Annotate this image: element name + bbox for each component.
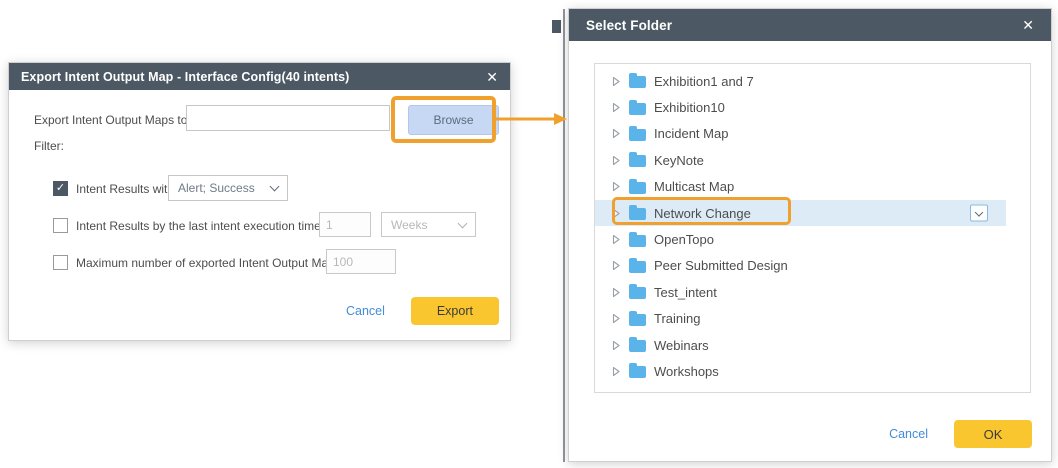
folder-label: Multicast Map <box>654 179 734 194</box>
folder-icon <box>629 366 646 378</box>
execution-time-unit-select[interactable]: Weeks <box>381 212 476 237</box>
folder-label: Exhibition1 and 7 <box>654 74 754 89</box>
max-maps-label: Maximum number of exported Intent Output… <box>76 256 344 270</box>
browse-button[interactable]: Browse <box>408 105 499 135</box>
expand-arrow-icon[interactable] <box>612 366 621 377</box>
folder-row[interactable]: Network Change <box>595 200 1006 226</box>
chevron-down-icon <box>270 182 280 192</box>
folder-icon <box>629 76 646 88</box>
execution-time-unit-value: Weeks <box>391 218 427 232</box>
folder-row[interactable]: Workshops <box>595 358 1006 384</box>
screen: Export Intent Output Map - Interface Con… <box>0 0 1058 468</box>
folder-icon <box>629 103 646 115</box>
export-dialog-titlebar: Export Intent Output Map - Interface Con… <box>9 63 510 90</box>
execution-time-label: Intent Results by the last intent execut… <box>76 219 324 233</box>
filter-row-max-maps: Maximum number of exported Intent Output… <box>53 250 344 275</box>
filter-row-results-with: ✓ Intent Results with: <box>53 176 177 201</box>
folder-row[interactable]: Peer Submitted Design <box>595 253 1006 279</box>
folder-dialog-actions: Cancel OK <box>889 420 1032 448</box>
select-folder-dialog: Select Folder ✕ Exhibition1 and 7Exhibit… <box>568 8 1052 462</box>
expand-arrow-icon[interactable] <box>612 155 621 166</box>
folder-row[interactable]: KeyNote <box>595 147 1006 173</box>
ok-button[interactable]: OK <box>954 420 1032 448</box>
folder-list: Exhibition1 and 7 Exhibition10 Incident Ma… <box>594 63 1031 393</box>
intent-results-with-value: Alert; Success <box>178 181 255 195</box>
folder-label: Training <box>654 311 700 326</box>
folder-label: KeyNote <box>654 153 704 168</box>
chevron-down-icon <box>458 218 468 228</box>
folder-label: Test_intent <box>654 285 717 300</box>
folder-icon <box>629 129 646 141</box>
folder-row[interactable]: OpenTopo <box>595 226 1006 252</box>
folder-dialog-titlebar: Select Folder ✕ <box>569 9 1051 41</box>
export-dialog-actions: Cancel Export <box>346 297 499 325</box>
export-path-input[interactable] <box>186 105 390 131</box>
expand-arrow-icon[interactable] <box>612 260 621 271</box>
export-intent-dialog: Export Intent Output Map - Interface Con… <box>8 62 511 341</box>
close-icon[interactable]: ✕ <box>1022 18 1034 32</box>
folder-row[interactable]: Test_intent <box>595 279 1006 305</box>
execution-time-value-input[interactable] <box>319 212 371 237</box>
folder-icon <box>629 155 646 167</box>
folder-icon <box>629 208 646 220</box>
folder-label: Incident Map <box>654 126 728 141</box>
folder-row[interactable]: Training <box>595 306 1006 332</box>
expand-arrow-icon[interactable] <box>612 313 621 324</box>
background-window-edge <box>563 9 565 462</box>
cancel-link[interactable]: Cancel <box>889 427 928 441</box>
folder-icon <box>629 182 646 194</box>
close-icon[interactable]: ✕ <box>486 70 498 84</box>
max-maps-checkbox[interactable] <box>53 255 68 270</box>
chevron-down-icon <box>975 208 983 216</box>
folder-row[interactable]: Exhibition10 <box>595 94 1006 120</box>
folder-label: Exhibition10 <box>654 100 725 115</box>
folder-icon <box>629 235 646 247</box>
selected-folder-dropdown-button[interactable] <box>970 205 988 222</box>
folder-dialog-title: Select Folder <box>586 18 672 33</box>
export-path-label: Export Intent Output Maps to: <box>34 113 191 127</box>
export-dialog-title: Export Intent Output Map - Interface Con… <box>21 70 349 84</box>
folder-icon <box>629 340 646 352</box>
expand-arrow-icon[interactable] <box>612 287 621 298</box>
export-button[interactable]: Export <box>411 297 499 325</box>
folder-row[interactable]: Webinars <box>595 332 1006 358</box>
folder-icon <box>629 314 646 326</box>
folder-row[interactable]: Exhibition1 and 7 <box>595 68 1006 94</box>
expand-arrow-icon[interactable] <box>612 76 621 87</box>
folder-icon <box>629 261 646 273</box>
intent-results-with-checkbox[interactable]: ✓ <box>53 181 68 196</box>
intent-results-with-select[interactable]: Alert; Success <box>168 175 288 201</box>
filter-row-execution-time: Intent Results by the last intent execut… <box>53 213 324 238</box>
folder-label: Network Change <box>654 206 751 221</box>
folder-label: Peer Submitted Design <box>654 258 788 273</box>
expand-arrow-icon[interactable] <box>612 102 621 113</box>
folder-label: OpenTopo <box>654 232 714 247</box>
expand-arrow-icon[interactable] <box>612 128 621 139</box>
execution-time-checkbox[interactable] <box>53 218 68 233</box>
folder-label: Workshops <box>654 364 719 379</box>
filter-label: Filter: <box>34 139 64 153</box>
intent-results-with-label: Intent Results with: <box>76 182 177 196</box>
cancel-link[interactable]: Cancel <box>346 304 385 318</box>
max-maps-value-input[interactable] <box>326 249 396 274</box>
expand-arrow-icon[interactable] <box>612 181 621 192</box>
folder-row[interactable]: Multicast Map <box>595 174 1006 200</box>
folder-icon <box>629 287 646 299</box>
folder-row[interactable]: Incident Map <box>595 121 1006 147</box>
background-window-fragment <box>552 20 561 33</box>
expand-arrow-icon[interactable] <box>612 208 621 219</box>
expand-arrow-icon[interactable] <box>612 234 621 245</box>
expand-arrow-icon[interactable] <box>612 340 621 351</box>
folder-label: Webinars <box>654 338 709 353</box>
